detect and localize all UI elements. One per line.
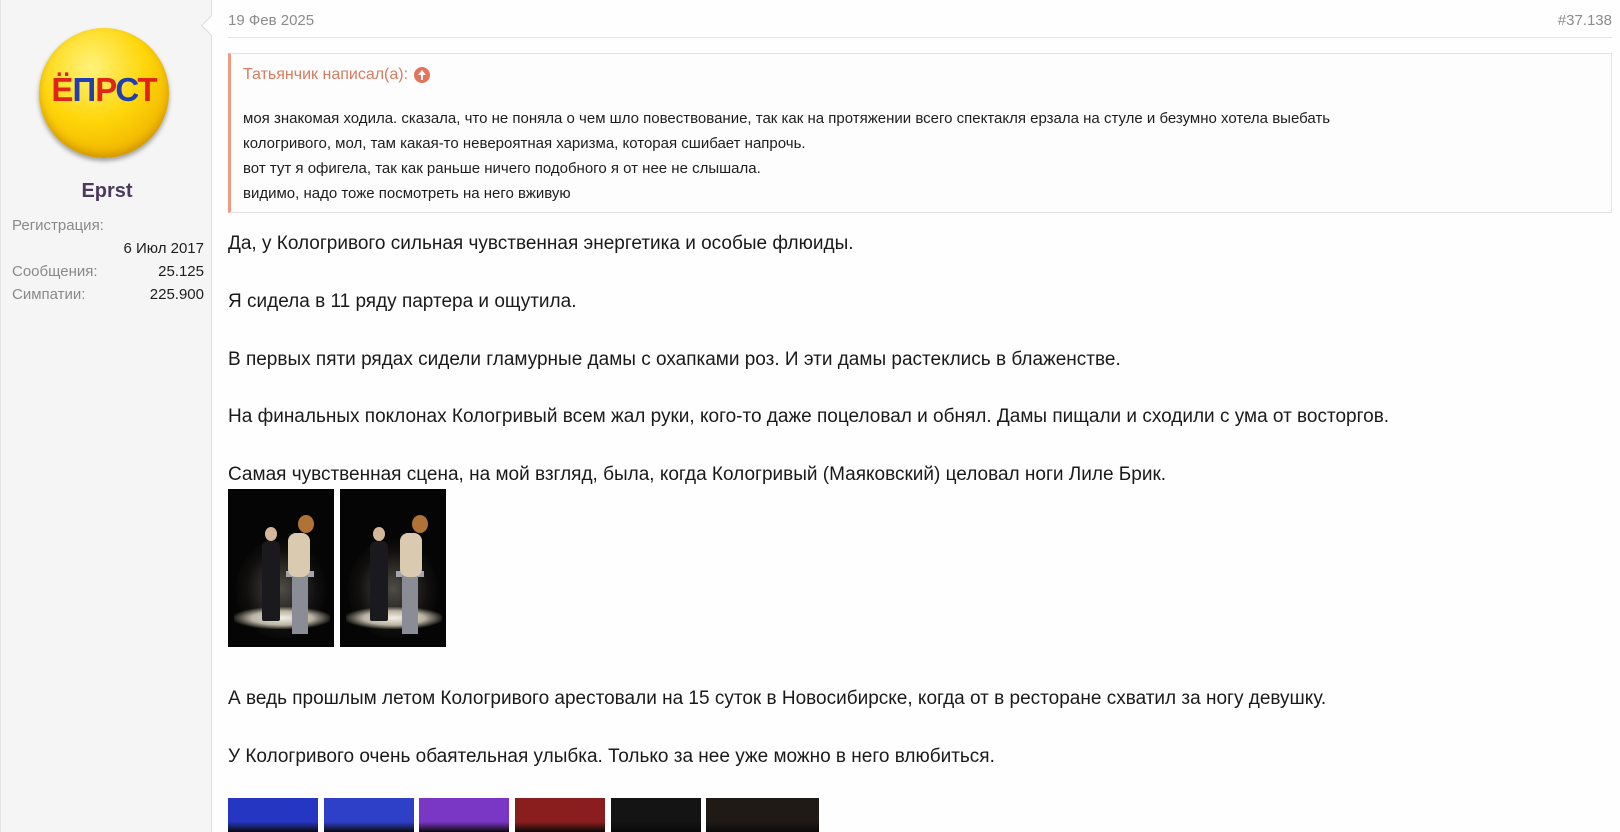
registration-value: 6 Июл 2017 xyxy=(123,240,204,257)
thumbnail-image[interactable] xyxy=(611,798,701,832)
message-paragraph: В первых пяти рядах сидели гламурные дам… xyxy=(228,349,1121,370)
messages-row: Сообщения: 25.125 xyxy=(12,260,204,283)
username-link[interactable]: Eprst xyxy=(1,180,213,203)
message-paragraph: Самая чувственная сцена, на мой взгляд, … xyxy=(228,464,1167,485)
messages-label: Сообщения: xyxy=(12,263,98,280)
likes-value: 225.900 xyxy=(149,286,204,303)
quote-author-label: Татьянчик написал(а): xyxy=(243,66,409,83)
quote-author-link[interactable]: Татьянчик написал(а): xyxy=(243,66,431,84)
forum-post: ЁПРСТ Eprst Регистрация: 6 Июл 2017 Сооб… xyxy=(0,0,1620,832)
messages-value[interactable]: 25.125 xyxy=(158,260,204,283)
thumbnail-image[interactable] xyxy=(706,798,819,832)
likes-row: Симпатии: 225.900 xyxy=(12,283,204,306)
attached-photo[interactable] xyxy=(228,489,334,647)
message-paragraph: А ведь прошлым летом Кологривого арестов… xyxy=(228,688,1327,709)
post-header: 19 Фев 2025 #37.138 xyxy=(228,10,1612,38)
likes-label: Симпатии: xyxy=(12,286,86,303)
thumbnail-image[interactable] xyxy=(228,798,318,832)
avatar-logo: ЁПРСТ xyxy=(51,71,157,108)
registration-label: Регистрация: xyxy=(12,217,104,234)
attached-photo[interactable] xyxy=(340,489,446,647)
quote-line: вот тут я офигела, так как раньше ничего… xyxy=(243,160,761,177)
message-paragraph: Да, у Кологривого сильная чувственная эн… xyxy=(228,233,854,254)
quote-body: моя знакомая ходила. сказала, что не пон… xyxy=(243,106,1593,206)
quote-line: моя знакомая ходила. сказала, что не пон… xyxy=(243,110,1331,127)
user-stats: Регистрация: 6 Июл 2017 Сообщения: 25.12… xyxy=(12,214,204,306)
registration-value-row: 6 Июл 2017 xyxy=(12,237,204,260)
post-date-link[interactable]: 19 Фев 2025 xyxy=(228,12,314,29)
quote-line: кологривого, мол, там какая-то невероятн… xyxy=(243,135,806,152)
user-avatar[interactable]: ЁПРСТ xyxy=(39,28,169,158)
post-number-link[interactable]: #37.138 xyxy=(1558,12,1612,29)
quote-block: Татьянчик написал(а): моя знакомая ходил… xyxy=(228,53,1612,213)
thumbnail-image[interactable] xyxy=(419,798,509,832)
registration-row: Регистрация: xyxy=(12,214,204,237)
message-paragraph: Я сидела в 11 ряду партера и ощутила. xyxy=(228,291,577,312)
quote-line: видимо, надо тоже посмотреть на него вжи… xyxy=(243,185,571,202)
message-paragraph: На финальных поклонах Кологривый всем жа… xyxy=(228,406,1390,427)
arrow-up-circle-icon[interactable] xyxy=(414,67,431,83)
thumbnail-image[interactable] xyxy=(324,798,414,832)
message-paragraph: У Кологривого очень обаятельная улыбка. … xyxy=(228,746,995,767)
thumbnail-image[interactable] xyxy=(515,798,605,832)
user-sidebar: ЁПРСТ Eprst Регистрация: 6 Июл 2017 Сооб… xyxy=(0,0,212,832)
